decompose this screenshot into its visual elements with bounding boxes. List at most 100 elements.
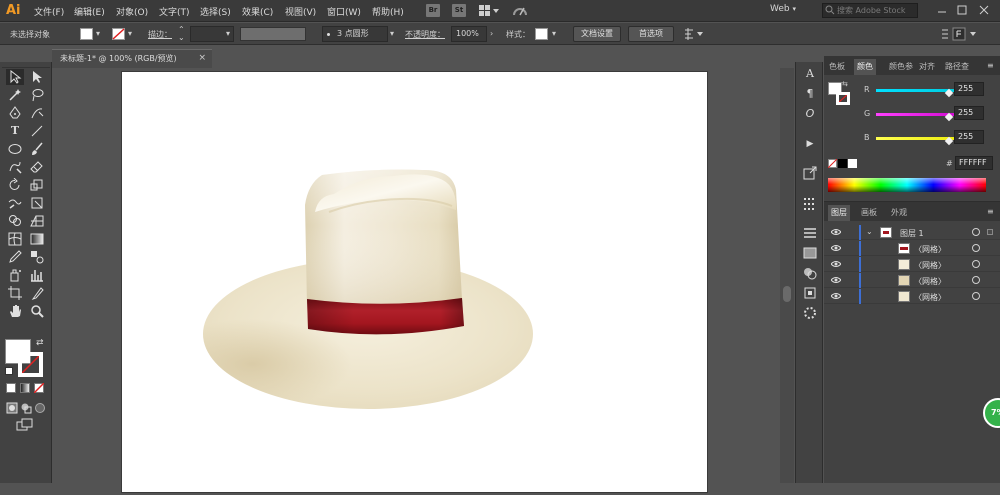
default-fill-stroke-icon[interactable] (5, 367, 13, 375)
brush-definition-field[interactable]: 3 点圆形 (322, 26, 388, 42)
opacity-dropdown-icon[interactable]: › (490, 29, 493, 38)
graphic-styles-panel-icon[interactable] (801, 306, 819, 322)
menu-object[interactable]: 对象(O) (116, 5, 148, 18)
symbol-sprayer-tool-icon[interactable] (6, 267, 24, 283)
menu-edit[interactable]: 编辑(E) (74, 5, 105, 18)
menu-file[interactable]: 文件(F) (34, 5, 64, 18)
ellipse-tool-icon[interactable] (6, 141, 24, 157)
blend-tool-icon[interactable] (28, 249, 46, 265)
tab-swatches[interactable]: 色板 (826, 59, 848, 75)
type-tool-icon[interactable]: T (6, 123, 24, 139)
draw-normal-icon[interactable] (6, 402, 18, 417)
gradient-mode-icon[interactable] (20, 383, 30, 393)
export-panel-icon[interactable] (801, 166, 819, 182)
align-panel-icon[interactable] (801, 196, 819, 212)
swap-fill-stroke-icon[interactable]: ⇄ (36, 338, 44, 348)
column-graph-tool-icon[interactable] (28, 267, 46, 283)
maximize-icon[interactable] (955, 3, 969, 17)
curvature-tool-icon[interactable] (28, 105, 46, 121)
color-spectrum[interactable] (828, 178, 986, 192)
transparency-panel-icon[interactable] (801, 266, 819, 282)
tab-pathfinder[interactable]: 路径查 (942, 59, 972, 75)
menu-select[interactable]: 选择(S) (200, 5, 231, 18)
mesh-tool-icon[interactable] (6, 231, 24, 247)
workspace-switcher[interactable]: Web ▾ (770, 4, 796, 14)
tab-artboards[interactable]: 画板 (858, 205, 880, 221)
tab-color[interactable]: 颜色 (854, 59, 876, 75)
menu-effect[interactable]: 效果(C) (242, 5, 273, 18)
sublayer-row[interactable]: 〈网格〉 (824, 257, 1000, 272)
green-value-field[interactable]: 255 (954, 106, 984, 120)
slice-tool-icon[interactable] (28, 285, 46, 301)
search-input[interactable]: 搜索 Adobe Stock (822, 3, 918, 18)
pen-tool-icon[interactable] (6, 105, 24, 121)
perspective-grid-tool-icon[interactable] (28, 213, 46, 229)
menu-window[interactable]: 窗口(W) (327, 5, 361, 18)
artboard[interactable] (122, 72, 707, 492)
selection-tool-icon[interactable] (6, 69, 24, 85)
hand-tool-icon[interactable] (6, 303, 24, 319)
blue-value-field[interactable]: 255 (954, 130, 984, 144)
canvas-area[interactable] (52, 68, 794, 492)
sublayer-name[interactable]: 〈网格〉 (914, 244, 946, 255)
stock-button[interactable]: St (452, 4, 466, 17)
stroke-panel-icon[interactable] (801, 226, 819, 242)
none-mode-icon[interactable] (34, 383, 44, 393)
sublayer-row[interactable]: 〈网格〉 (824, 241, 1000, 256)
sublayer-name[interactable]: 〈网格〉 (914, 276, 946, 287)
graphic-style-swatch[interactable] (535, 28, 548, 40)
tab-layers[interactable]: 图层 (828, 205, 850, 221)
layer-name[interactable]: 图层 1 (900, 228, 924, 239)
zoom-tool-icon[interactable] (28, 303, 46, 319)
selection-indicator[interactable] (987, 229, 993, 235)
color-stroke-box[interactable] (836, 92, 850, 105)
sublayer-name[interactable]: 〈网格〉 (914, 260, 946, 271)
minimize-icon[interactable] (935, 3, 949, 17)
align-options-icon[interactable] (683, 28, 705, 43)
tab-appearance[interactable]: 外观 (888, 205, 910, 221)
stroke-color-box[interactable] (18, 352, 43, 377)
visibility-eye-icon[interactable] (831, 228, 841, 236)
opacity-field[interactable]: 100% (451, 26, 487, 42)
document-setup-button[interactable]: 文档设置 (573, 26, 621, 42)
black-swatch[interactable] (838, 159, 847, 168)
sublayer-row[interactable]: 〈网格〉 (824, 273, 1000, 288)
stroke-weight-dropdown-icon[interactable]: ▾ (226, 29, 230, 38)
visibility-eye-icon[interactable] (831, 260, 841, 268)
stroke-swatch[interactable] (112, 28, 125, 40)
tab-color-guide[interactable]: 颜色参 (886, 59, 916, 75)
red-value-field[interactable]: 255 (954, 82, 984, 96)
stroke-dropdown-icon[interactable]: ▾ (128, 29, 132, 38)
shape-builder-tool-icon[interactable] (6, 213, 24, 229)
preferences-button[interactable]: 首选项 (628, 26, 674, 42)
close-window-icon[interactable] (977, 3, 991, 17)
stroke-weight-stepper-icon[interactable]: ⌃ ⌄ (178, 26, 185, 42)
paintbrush-tool-icon[interactable] (28, 141, 46, 157)
paragraph-panel-icon[interactable]: ¶ (801, 86, 819, 102)
layers-menu-icon[interactable]: ≡ (987, 207, 994, 216)
gradient-tool-icon[interactable] (28, 231, 46, 247)
change-screen-mode-icon[interactable] (16, 418, 34, 435)
menu-view[interactable]: 视图(V) (285, 5, 316, 18)
arrange-documents-icon[interactable] (478, 4, 500, 20)
rotate-tool-icon[interactable] (6, 177, 24, 193)
opacity-label[interactable]: 不透明度： (405, 29, 445, 40)
gradient-panel-icon[interactable] (801, 246, 819, 262)
layer-row[interactable]: ⌄ 图层 1 (824, 225, 1000, 240)
menu-help[interactable]: 帮助(H) (372, 5, 404, 18)
direct-selection-tool-icon[interactable] (28, 69, 46, 85)
color-mode-icon[interactable] (6, 383, 16, 393)
hex-value-field[interactable]: FFFFFF (955, 156, 993, 170)
target-circle-icon[interactable] (972, 276, 980, 284)
sublayer-row[interactable]: 〈网格〉 (824, 289, 1000, 304)
document-tab[interactable]: 未标题-1* @ 100% (RGB/预览) × (52, 49, 212, 68)
target-circle-icon[interactable] (972, 228, 980, 236)
expand-layer-icon[interactable]: ⌄ (866, 227, 873, 236)
white-swatch[interactable] (848, 159, 857, 168)
gpu-performance-icon[interactable] (512, 3, 528, 21)
panel-menu-icon[interactable]: ≡ (987, 61, 994, 70)
tab-align[interactable]: 对齐 (916, 59, 938, 75)
vertical-scrollbar[interactable] (780, 68, 794, 483)
scrollbar-thumb[interactable] (783, 286, 791, 302)
panel-options-icon[interactable] (940, 27, 984, 44)
